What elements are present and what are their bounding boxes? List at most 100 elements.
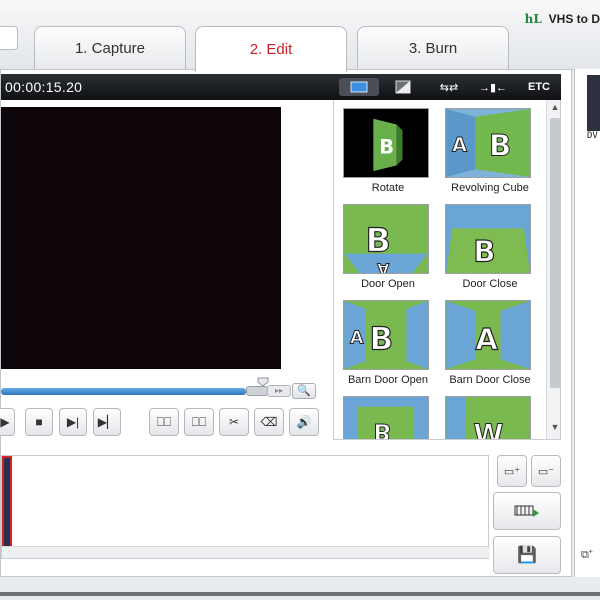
- effect-rotate[interactable]: B Rotate: [340, 106, 436, 200]
- seek-progress: [1, 388, 246, 395]
- effects-scrollbar[interactable]: ▲ ▼: [546, 100, 560, 439]
- barn-door-close-transition-icon: A: [445, 300, 531, 370]
- floppy-disk-icon: 💾: [517, 547, 537, 564]
- skip-to-end-icon: ▶▏: [97, 415, 117, 429]
- svg-text:A: A: [475, 323, 498, 357]
- skip-end-button[interactable]: ▶▏: [93, 408, 121, 436]
- split-button[interactable]: ✂: [219, 408, 249, 436]
- timeline-scrollbar[interactable]: [2, 546, 490, 558]
- speaker-icon: 🔊: [296, 415, 312, 429]
- add-film-icon: ▭⁺: [503, 465, 521, 478]
- effect-door-open[interactable]: B A Door Open: [340, 202, 436, 296]
- play-icon: ▶: [0, 415, 10, 429]
- output-label: DV: [587, 131, 598, 141]
- add-output-icon[interactable]: ⧉⁺: [581, 549, 600, 565]
- bottom-strip: [0, 577, 600, 600]
- video-preview[interactable]: [1, 107, 281, 369]
- mark-in-button[interactable]: ⎕⎕: [149, 408, 179, 436]
- scroll-up-icon[interactable]: ▲: [547, 102, 560, 116]
- mark-out-button[interactable]: ⎕⎕: [184, 408, 214, 436]
- tab-capture-label: 1. Capture: [74, 40, 146, 57]
- filters-tab[interactable]: [383, 78, 423, 96]
- erase-button[interactable]: ⌫: [254, 408, 284, 436]
- player-header: 00:00:15.20: [1, 74, 333, 100]
- trim-end-handle[interactable]: ▸▸: [267, 385, 291, 397]
- app-brand: hL VHS to D: [525, 12, 600, 26]
- output-thumbnail[interactable]: [587, 75, 600, 131]
- effects-toolbar: ⇆⇄ →▮← ETC: [333, 74, 561, 100]
- bottom-border: [0, 592, 600, 596]
- tab-capture[interactable]: 1. Capture: [34, 26, 186, 70]
- effect-label: Rotate: [371, 182, 405, 194]
- add-clip-button[interactable]: ▭⁺: [497, 455, 527, 487]
- svg-text:B: B: [366, 221, 391, 260]
- top-bar: 1. Capture 2. Edit 3. Burn hL VHS to D: [0, 0, 600, 72]
- rotate-transition-icon: B: [343, 108, 429, 178]
- svg-text:A: A: [350, 329, 364, 349]
- selected-clip[interactable]: [2, 456, 12, 548]
- clip-timeline: [1, 455, 490, 559]
- svg-text:A: A: [452, 134, 467, 157]
- svg-text:B: B: [489, 129, 511, 163]
- trim-tab[interactable]: →▮←: [473, 78, 513, 96]
- transition-preview-icon: W: [445, 396, 531, 440]
- seek-handle[interactable]: [246, 386, 268, 396]
- effect-next-1[interactable]: B: [340, 394, 436, 440]
- effect-revolving-cube[interactable]: A B Revolving Cube: [442, 106, 538, 200]
- remove-clip-button[interactable]: ▭⁻: [531, 455, 561, 487]
- film-mark-out-icon: ⎕⎕: [191, 414, 207, 429]
- transitions-tab[interactable]: [339, 78, 379, 96]
- seek-bar[interactable]: ▸▸ 🔍: [1, 376, 333, 400]
- transition-icon: [350, 81, 368, 93]
- window-menu-stub[interactable]: [0, 26, 18, 50]
- insert-clip-button[interactable]: [493, 492, 561, 530]
- next-frame-button[interactable]: ▶|: [59, 408, 87, 436]
- effect-label: Barn Door Open: [347, 374, 429, 386]
- zoom-button[interactable]: 🔍: [292, 383, 316, 399]
- film-insert-icon: [514, 505, 539, 517]
- brand-logo-icon: hL: [524, 12, 542, 26]
- swap-tab[interactable]: ⇆⇄: [429, 78, 469, 96]
- scissors-icon: ✂: [228, 415, 240, 429]
- tab-burn[interactable]: 3. Burn: [357, 26, 509, 70]
- eraser-icon: ⌫: [260, 415, 278, 429]
- edit-workspace: 00:00:15.20 ▸▸ 🔍 ▶ ■ ▶| ▶▏ ⎕⎕ ⎕⎕ ✂ ⌫ 🔊 ⇆…: [0, 69, 572, 577]
- filter-icon: [395, 80, 411, 94]
- effect-barn-door-open[interactable]: A B Barn Door Open: [340, 298, 436, 392]
- transition-preview-icon: B: [343, 396, 429, 440]
- scroll-down-icon[interactable]: ▼: [547, 422, 560, 436]
- svg-text:W: W: [473, 420, 503, 440]
- svg-text:B: B: [369, 322, 393, 358]
- volume-button[interactable]: 🔊: [289, 408, 319, 436]
- timecode-display: 00:00:15.20: [5, 79, 83, 95]
- effect-label: Barn Door Close: [449, 374, 531, 386]
- tab-edit[interactable]: 2. Edit: [195, 26, 347, 72]
- barn-door-open-transition-icon: A B: [343, 300, 429, 370]
- film-mark-in-icon: ⎕⎕: [156, 414, 172, 429]
- effect-next-2[interactable]: W: [442, 394, 538, 440]
- app-title: VHS to D: [548, 12, 600, 26]
- next-frame-icon: ▶|: [66, 415, 80, 429]
- effect-door-close[interactable]: B Door Close: [442, 202, 538, 296]
- svg-text:B: B: [373, 418, 391, 440]
- effect-label: Door Close: [462, 278, 518, 290]
- stop-button[interactable]: ■: [25, 408, 53, 436]
- door-close-transition-icon: B: [445, 204, 531, 274]
- play-button[interactable]: ▶: [0, 408, 15, 436]
- tab-edit-label: 2. Edit: [249, 41, 293, 58]
- trim-arrows-icon: →▮←: [478, 81, 508, 94]
- svg-text:B: B: [473, 234, 495, 268]
- playback-controls: ▶ ■ ▶| ▶▏ ⎕⎕ ⎕⎕ ✂ ⌫ 🔊: [0, 408, 333, 438]
- etc-tab[interactable]: ETC: [519, 78, 559, 96]
- swap-arrows-icon: ⇆⇄: [439, 81, 459, 94]
- svg-text:A: A: [377, 259, 389, 274]
- right-preview-panel: DV ⧉⁺: [574, 69, 600, 577]
- magnifier-icon: 🔍: [297, 385, 311, 397]
- svg-text:B: B: [379, 136, 394, 159]
- save-project-button[interactable]: 💾: [493, 536, 561, 574]
- scroll-thumb[interactable]: [550, 118, 560, 388]
- effect-barn-door-close[interactable]: A Barn Door Close: [442, 298, 538, 392]
- revolving-cube-transition-icon: A B: [445, 108, 531, 178]
- remove-film-icon: ▭⁻: [537, 465, 555, 478]
- stop-icon: ■: [35, 415, 43, 429]
